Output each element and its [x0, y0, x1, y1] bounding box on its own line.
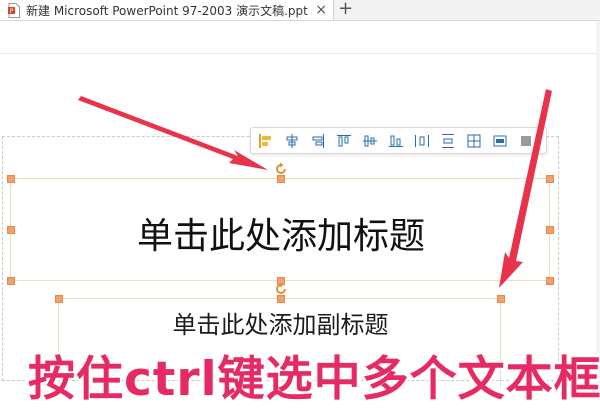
- distribute-vertical-icon[interactable]: [436, 130, 460, 152]
- subtitle-placeholder[interactable]: 单击此处添加副标题: [59, 305, 502, 340]
- rotate-handle-icon[interactable]: [274, 162, 288, 176]
- ppt-file-icon: P: [8, 2, 20, 18]
- resize-handle-tl[interactable]: [7, 175, 15, 183]
- resize-handle-tr[interactable]: [546, 175, 554, 183]
- equal-size-icon[interactable]: [462, 130, 486, 152]
- annotation-caption: 按住ctrl键选中多个文本框: [28, 352, 600, 407]
- resize-handle-mr[interactable]: [546, 226, 554, 234]
- distribute-horizontal-icon[interactable]: [410, 130, 434, 152]
- align-right-icon[interactable]: [306, 130, 330, 152]
- align-middle-icon[interactable]: [358, 130, 382, 152]
- resize-handle-tl[interactable]: [55, 295, 63, 303]
- close-tab-icon[interactable]: ×: [315, 1, 327, 19]
- slide-top-edge: [0, 53, 600, 54]
- align-bottom-icon[interactable]: [384, 130, 408, 152]
- tab-title: 新建 Microsoft PowerPoint 97-2003 演示文稿.ppt: [26, 3, 308, 18]
- grid-icon[interactable]: [488, 130, 512, 152]
- title-textbox[interactable]: 单击此处添加标题: [7, 162, 554, 285]
- title-placeholder[interactable]: 单击此处添加标题: [11, 207, 551, 259]
- tab-bar: P 新建 Microsoft PowerPoint 97-2003 演示文稿.p…: [0, 0, 600, 21]
- resize-handle-tr[interactable]: [497, 295, 505, 303]
- resize-handle-br[interactable]: [546, 277, 554, 285]
- align-top-icon[interactable]: [332, 130, 356, 152]
- align-toolbar: [250, 127, 547, 154]
- svg-text:P: P: [10, 8, 14, 15]
- resize-handle-tm[interactable]: [277, 295, 285, 303]
- rotate-handle-icon[interactable]: [274, 282, 288, 296]
- document-tab[interactable]: P 新建 Microsoft PowerPoint 97-2003 演示文稿.p…: [0, 0, 334, 20]
- align-left-icon[interactable]: [254, 130, 278, 152]
- resize-handle-ml[interactable]: [7, 226, 15, 234]
- align-center-icon[interactable]: [280, 130, 304, 152]
- more-icon[interactable]: [514, 130, 538, 152]
- resize-handle-bl[interactable]: [7, 277, 15, 285]
- resize-handle-tm[interactable]: [277, 175, 285, 183]
- new-tab-icon[interactable]: +: [338, 0, 353, 20]
